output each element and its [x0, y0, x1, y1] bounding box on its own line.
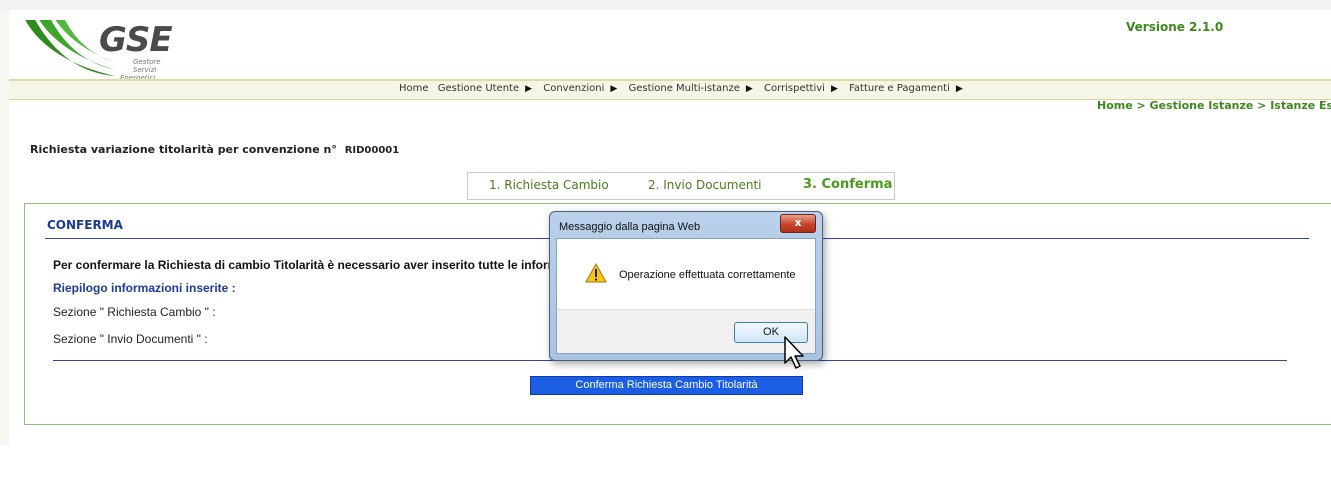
menu-fatture-pagamenti[interactable]: Fatture e Pagamenti [849, 83, 950, 94]
step-conferma[interactable]: 3. Conferma [803, 177, 892, 192]
instruction-text: Per confermare la Richiesta di cambio Ti… [53, 258, 565, 272]
menu-home[interactable]: Home [399, 83, 429, 94]
menu-convenzioni[interactable]: Convenzioni [543, 83, 604, 94]
main-menu: Home Gestione Utente ▶ Convenzioni ▶ Gesti… [399, 83, 971, 94]
logo-sub-2: Servizi [133, 66, 157, 74]
breadcrumb[interactable]: Home > Gestione Istanze > Istanze Esiste… [1097, 99, 1331, 112]
menu-gestione-utente[interactable]: Gestione Utente [438, 83, 519, 94]
panel-title: CONFERMA [47, 218, 123, 232]
dialog-title: Messaggio dalla pagina Web [559, 221, 701, 233]
dialog-footer: OK [557, 309, 815, 353]
gse-logo: GSE Gestore Servizi Energetici [23, 16, 183, 82]
convention-code: RID00001 [344, 145, 400, 156]
step-richiesta-cambio[interactable]: 1. Richiesta Cambio [489, 178, 609, 192]
logo-sub-1: Gestore [133, 58, 161, 66]
logo-text: GSE [99, 20, 173, 60]
confirm-change-button[interactable]: Conferma Richiesta Cambio Titolarità [530, 376, 803, 395]
step-tabs: 1. Richiesta Cambio 2. Invio Documenti 3… [467, 172, 895, 200]
section-richiesta-cambio: Sezione " Richiesta Cambio " : [53, 305, 216, 319]
menu-gestione-multi-istanze[interactable]: Gestione Multi-istanze [628, 83, 739, 94]
message-dialog: Messaggio dalla pagina Web x Operazione … [549, 211, 823, 361]
menu-arrow-icon: ▶ [610, 84, 618, 94]
left-strip [0, 10, 9, 445]
dialog-message: Operazione effettuata correttamente [619, 269, 796, 281]
summary-heading: Riepilogo informazioni inserite : [53, 281, 236, 295]
warning-icon [585, 263, 607, 283]
dialog-body: Operazione effettuata correttamente OK [556, 238, 816, 354]
mouse-cursor-icon [784, 336, 804, 369]
menu-arrow-icon: ▶ [955, 84, 963, 94]
menu-corrispettivi[interactable]: Corrispettivi [764, 83, 825, 94]
menu-arrow-icon: ▶ [525, 84, 533, 94]
top-strip [0, 0, 1331, 10]
menu-arrow-icon: ▶ [745, 84, 753, 94]
menu-bar: Home Gestione Utente ▶ Convenzioni ▶ Gesti… [9, 79, 1331, 100]
page-title: Richiesta variazione titolarità per conv… [30, 143, 399, 156]
menu-arrow-icon: ▶ [830, 84, 838, 94]
step-invio-documenti[interactable]: 2. Invio Documenti [648, 178, 762, 192]
page-title-text: Richiesta variazione titolarità per conv… [30, 143, 337, 156]
section-invio-documenti: Sezione " Invio Documenti " : [53, 332, 208, 346]
close-icon[interactable]: x [780, 214, 816, 233]
version-label: Versione 2.1.0 [1126, 20, 1224, 34]
